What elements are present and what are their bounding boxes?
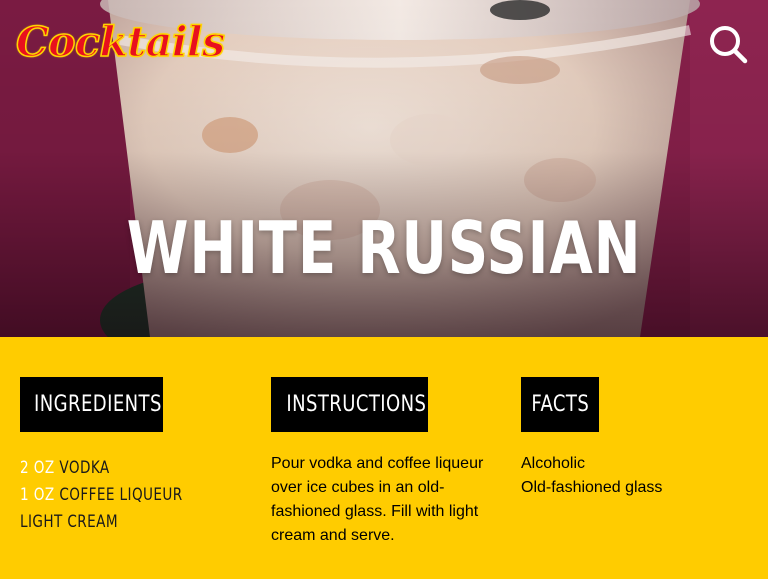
ingredients-heading-label: INGREDIENTS <box>34 392 162 417</box>
recipe-details: INGREDIENTS INSTRUCTIONS FACTS 2 OZ VODKA… <box>0 337 768 579</box>
fact-item: Old-fashioned glass <box>521 479 663 496</box>
facts-heading: FACTS <box>521 377 599 432</box>
instructions-heading-label: INSTRUCTIONS <box>286 392 427 417</box>
site-logo[interactable]: Cocktails <box>15 17 226 67</box>
facts-list: Alcoholic Old-fashioned glass <box>521 452 741 500</box>
ingredient-name: VODKA <box>59 458 110 478</box>
ingredients-heading: INGREDIENTS <box>20 377 163 432</box>
facts-heading-label: FACTS <box>531 392 589 417</box>
ingredient-item: 2 OZ VODKA <box>20 455 204 482</box>
search-button[interactable] <box>706 22 750 66</box>
ingredient-item: LIGHT CREAM <box>20 509 204 536</box>
instructions-heading: INSTRUCTIONS <box>271 377 428 432</box>
ingredient-name: LIGHT CREAM <box>20 512 118 532</box>
ingredient-item: 1 OZ COFFEE LIQUEUR <box>20 482 204 509</box>
drink-title: WHITE RUSSIAN <box>126 206 642 290</box>
instructions-text: Pour vodka and coffee liqueur over ice c… <box>271 455 484 544</box>
ingredient-amount: 2 OZ <box>20 458 55 478</box>
hero-banner: Cocktails WHITE RUSSIAN <box>0 0 768 337</box>
search-icon <box>710 26 748 64</box>
fact-item: Alcoholic <box>521 455 586 472</box>
ingredients-list: 2 OZ VODKA 1 OZ COFFEE LIQUEUR LIGHT CREAM <box>20 455 250 536</box>
ingredient-amount: 1 OZ <box>20 485 55 505</box>
ingredient-name: COFFEE LIQUEUR <box>59 485 183 505</box>
